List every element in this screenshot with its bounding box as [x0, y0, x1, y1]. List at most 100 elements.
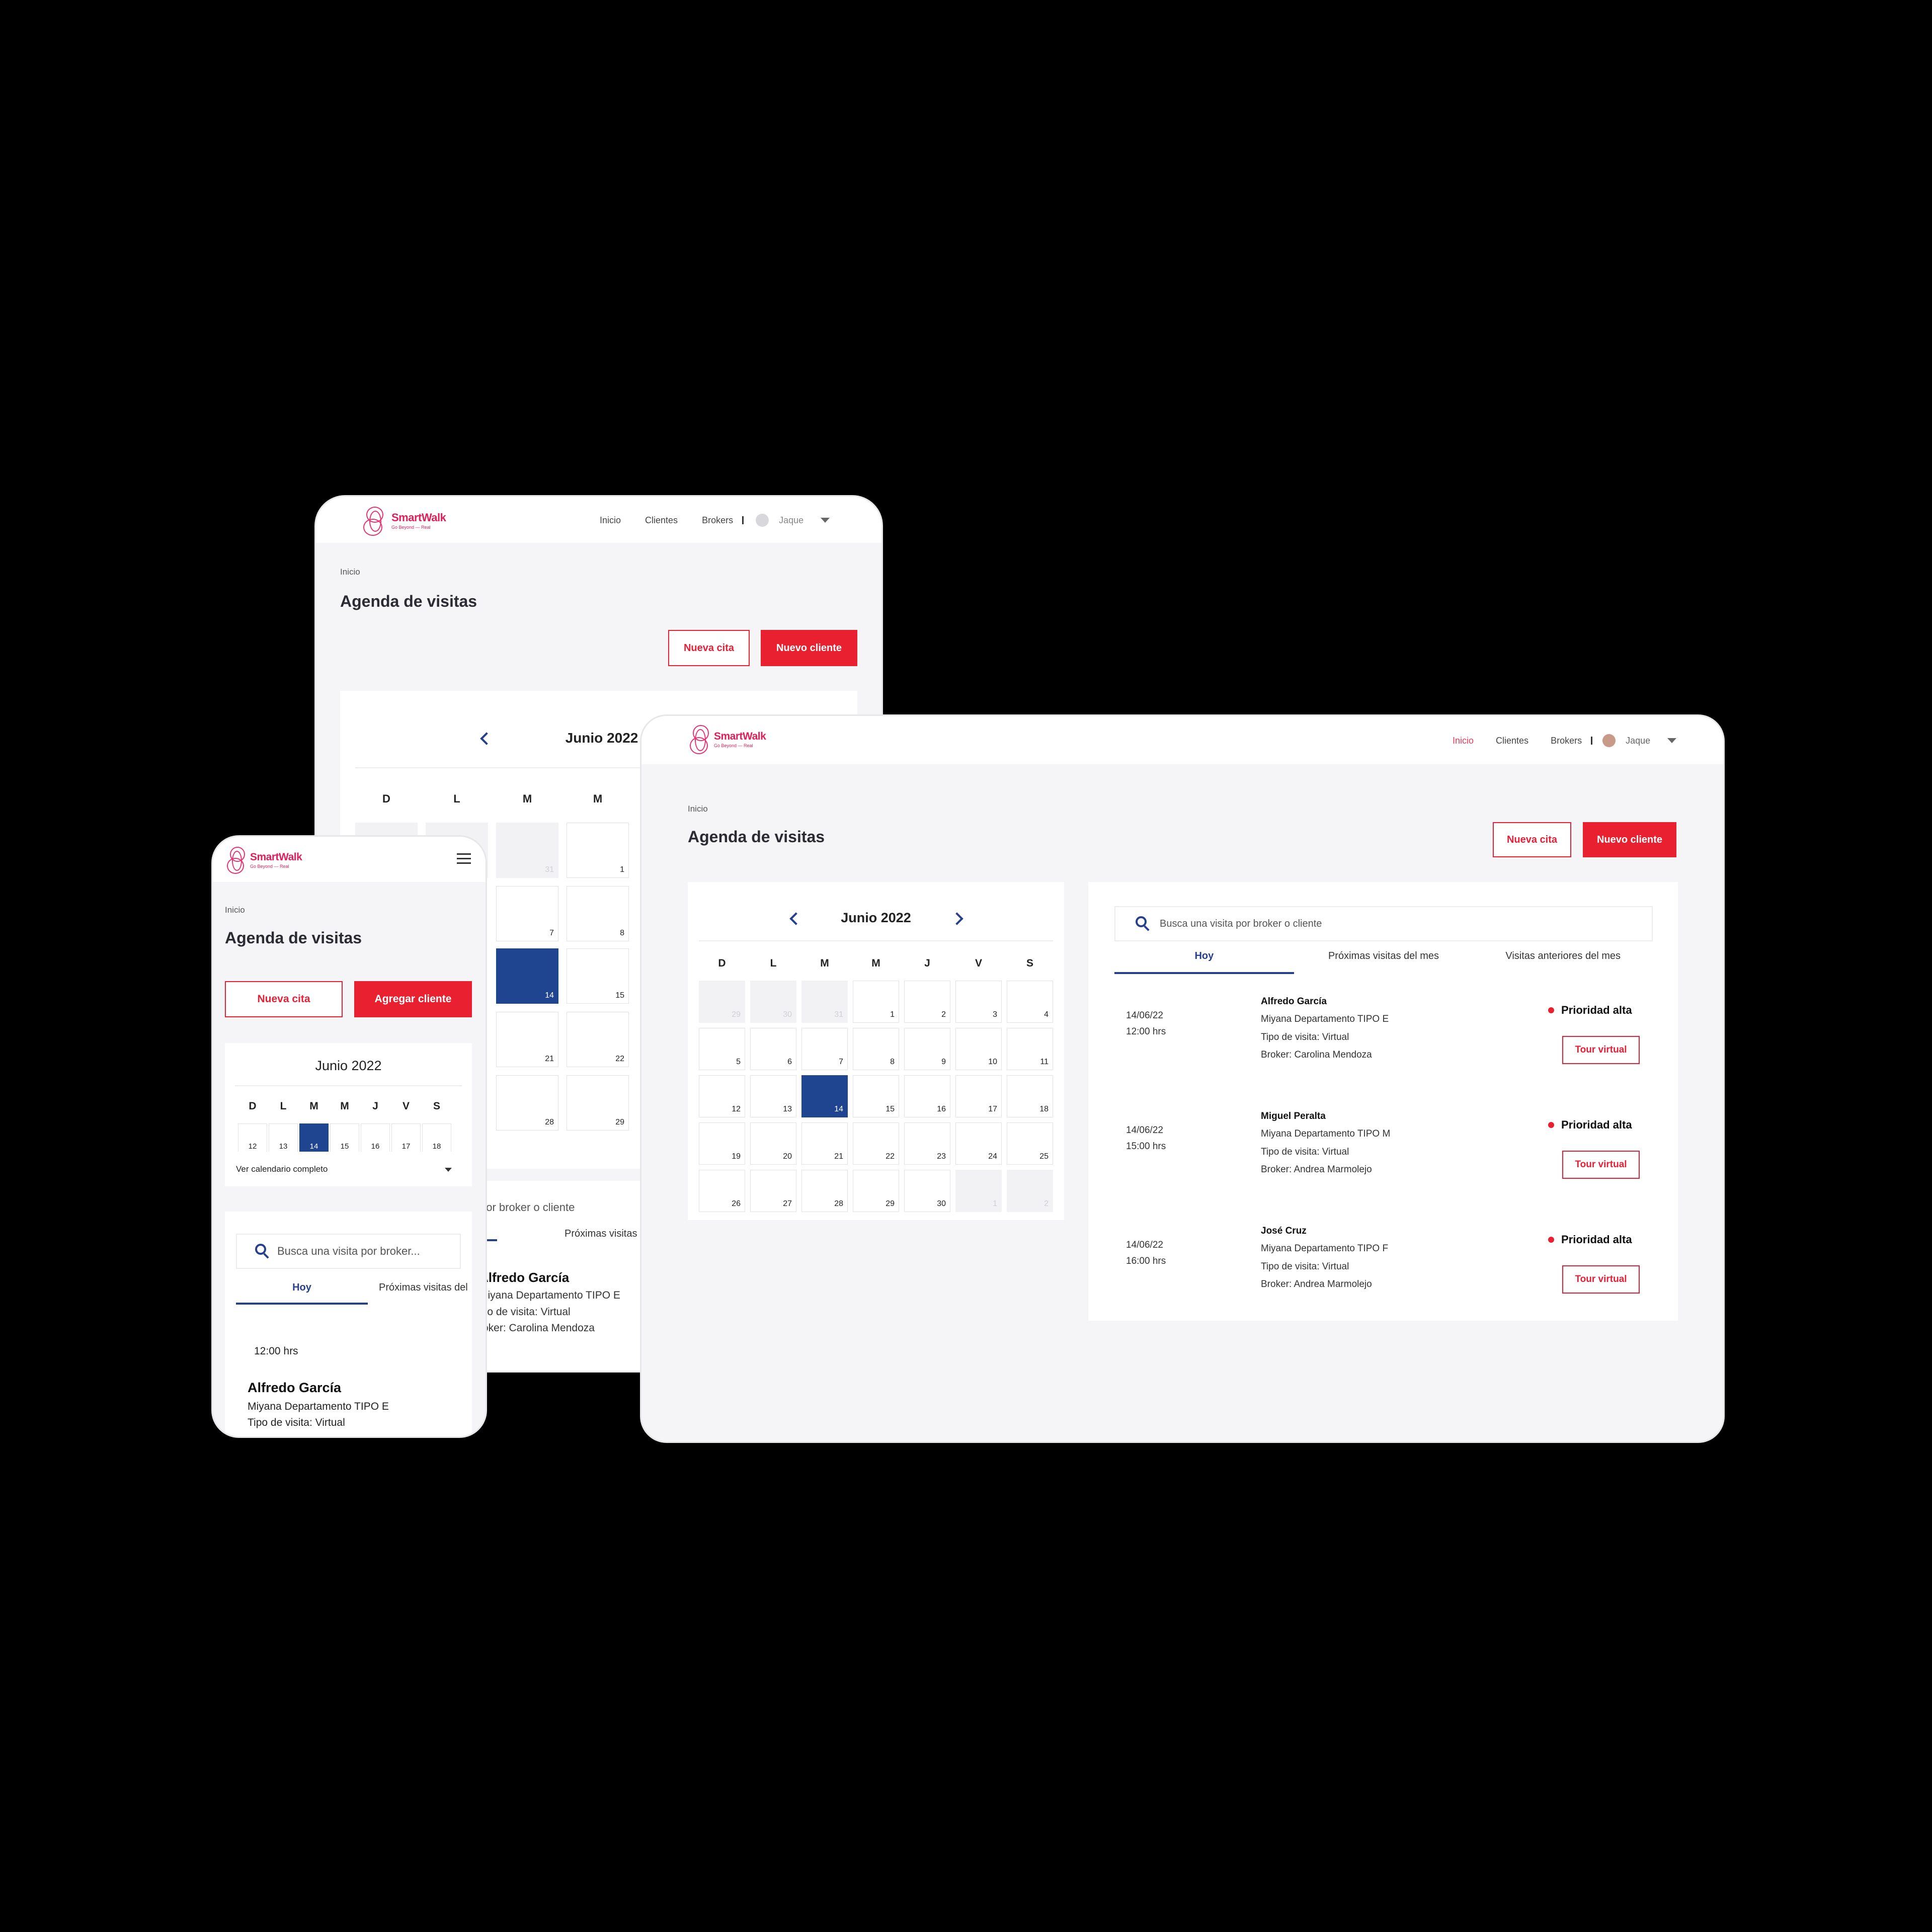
calendar-day[interactable]: 24 [955, 1122, 1002, 1165]
prev-month-chevron-icon[interactable] [789, 912, 802, 925]
calendar-day[interactable]: 18 [422, 1123, 451, 1152]
user-menu-caret-icon[interactable] [821, 518, 830, 523]
nav-clientes[interactable]: Clientes [1496, 736, 1528, 746]
nav-brokers[interactable]: Brokers [1551, 736, 1582, 746]
calendar-day[interactable]: 4 [1007, 981, 1053, 1023]
visit-item[interactable]: 14/06/22 12:00 hrs Alfredo García Miyana D… [1088, 993, 1678, 1093]
ver-calendario-link[interactable]: Ver calendario completo [236, 1164, 328, 1174]
breadcrumb[interactable]: Inicio [688, 804, 708, 814]
calendar-day[interactable]: 2 [904, 981, 950, 1023]
calendar-day[interactable]: 29 [853, 1170, 899, 1212]
visit-item[interactable]: 14/06/22 15:00 hrs Miguel Peralta Miyana D… [1088, 1107, 1678, 1208]
calendar-day[interactable]: 19 [699, 1122, 745, 1165]
tour-virtual-button[interactable]: Tour virtual [1562, 1151, 1640, 1179]
user-name[interactable]: Jaque [1626, 736, 1650, 746]
nav-clientes[interactable]: Clientes [645, 515, 678, 526]
calendar-day[interactable]: 29 [567, 1075, 629, 1131]
nav-inicio[interactable]: Inicio [600, 515, 621, 526]
calendar-day[interactable]: 2 [1007, 1170, 1053, 1212]
tablet-logo[interactable]: SmartWalk Go Beyond — Real [362, 506, 446, 536]
tour-virtual-button[interactable]: Tour virtual [1562, 1036, 1640, 1064]
calendar-day[interactable]: 16 [361, 1123, 390, 1152]
breadcrumb[interactable]: Inicio [340, 567, 360, 577]
calendar-day[interactable]: 22 [853, 1122, 899, 1165]
tablet-search-partial[interactable]: por broker o cliente [480, 1201, 575, 1214]
tab-anteriores[interactable]: Visitas anteriores del mes [1473, 950, 1653, 974]
tab-hoy[interactable]: Hoy [1114, 950, 1294, 974]
calendar-day[interactable]: 1 [853, 981, 899, 1023]
desktop-logo[interactable]: SmartWalk Go Beyond — Real [689, 724, 766, 755]
next-month-chevron-icon[interactable] [950, 912, 963, 925]
hamburger-menu-icon[interactable] [457, 853, 471, 864]
calendar-day-number: 1 [993, 1199, 997, 1208]
calendar-day-selected[interactable]: 14 [496, 948, 558, 1004]
phone-visit-item[interactable]: Alfredo García Miyana Departamento TIPO … [248, 1378, 389, 1431]
search-field[interactable]: Busca una visita por broker o cliente [1114, 906, 1653, 941]
calendar-day[interactable]: 8 [853, 1028, 899, 1070]
calendar-day[interactable]: 9 [904, 1028, 950, 1070]
visit-item[interactable]: 14/06/22 16:00 hrs José Cruz Miyana Depart… [1088, 1222, 1678, 1323]
calendar-day[interactable]: 7 [801, 1028, 848, 1070]
calendar-day[interactable]: 15 [853, 1075, 899, 1117]
calendar-day[interactable]: 15 [567, 948, 629, 1004]
calendar-day[interactable]: 21 [496, 1012, 558, 1067]
calendar-day[interactable]: 22 [567, 1012, 629, 1067]
calendar-day[interactable]: 18 [1007, 1075, 1053, 1117]
calendar-day[interactable]: 28 [496, 1075, 558, 1131]
calendar-day[interactable]: 12 [699, 1075, 745, 1117]
calendar-day-selected[interactable]: 14 [299, 1123, 329, 1152]
calendar-day[interactable]: 23 [904, 1122, 950, 1165]
agregar-cliente-button[interactable]: Agregar cliente [354, 981, 472, 1017]
calendar-day[interactable]: 31 [496, 823, 558, 878]
weekday-label: L [453, 792, 460, 805]
tour-virtual-button[interactable]: Tour virtual [1562, 1265, 1640, 1294]
calendar-day[interactable]: 6 [750, 1028, 796, 1070]
calendar-day[interactable]: 31 [801, 981, 848, 1023]
nueva-cita-button[interactable]: Nueva cita [1493, 822, 1571, 857]
calendar-day[interactable]: 25 [1007, 1122, 1053, 1165]
calendar-day[interactable]: 1 [567, 823, 629, 878]
tab-proximas[interactable]: Próximas visitas del [379, 1282, 472, 1294]
avatar[interactable] [1602, 734, 1616, 747]
user-name[interactable]: Jaque [779, 515, 803, 526]
calendar-day[interactable]: 7 [496, 886, 558, 941]
calendar-day[interactable]: 17 [391, 1123, 421, 1152]
calendar-day[interactable]: 8 [567, 886, 629, 941]
breadcrumb[interactable]: Inicio [225, 905, 245, 915]
nuevo-cliente-button[interactable]: Nuevo cliente [761, 630, 857, 666]
calendar-day[interactable]: 1 [955, 1170, 1002, 1212]
calendar-day[interactable]: 11 [1007, 1028, 1053, 1070]
nav-brokers[interactable]: Brokers [702, 515, 733, 526]
nav-inicio[interactable]: Inicio [1453, 736, 1474, 746]
calendar-day[interactable]: 10 [955, 1028, 1002, 1070]
nueva-cita-button[interactable]: Nueva cita [668, 630, 750, 666]
calendar-day[interactable]: 30 [750, 981, 796, 1023]
calendar-day[interactable]: 16 [904, 1075, 950, 1117]
calendar-day[interactable]: 21 [801, 1122, 848, 1165]
calendar-day[interactable]: 20 [750, 1122, 796, 1165]
calendar-day[interactable]: 15 [330, 1123, 359, 1152]
calendar-day[interactable]: 3 [955, 981, 1002, 1023]
nueva-cita-button[interactable]: Nueva cita [225, 981, 343, 1017]
calendar-day[interactable]: 26 [699, 1170, 745, 1212]
tab-proximas[interactable]: Próximas visitas del mes [1294, 950, 1474, 974]
phone-logo[interactable]: SmartWalk Go Beyond — Real [226, 846, 302, 875]
user-menu-caret-icon[interactable] [1667, 738, 1677, 743]
calendar-day[interactable]: 17 [955, 1075, 1002, 1117]
nuevo-cliente-button[interactable]: Nuevo cliente [1583, 822, 1676, 857]
avatar[interactable] [756, 514, 769, 527]
calendar-day[interactable]: 30 [904, 1170, 950, 1212]
calendar-day[interactable]: 5 [699, 1028, 745, 1070]
calendar-day[interactable]: 13 [269, 1123, 298, 1152]
calendar-day[interactable]: 29 [699, 981, 745, 1023]
weekday-label: V [402, 1100, 410, 1112]
tab-hoy[interactable]: Hoy [236, 1282, 368, 1305]
expand-caret-icon[interactable] [445, 1168, 452, 1172]
prev-month-chevron-icon[interactable] [480, 732, 493, 745]
calendar-day[interactable]: 12 [238, 1123, 267, 1152]
calendar-day[interactable]: 28 [801, 1170, 848, 1212]
calendar-day-selected[interactable]: 14 [801, 1075, 848, 1117]
calendar-day[interactable]: 27 [750, 1170, 796, 1212]
calendar-day[interactable]: 13 [750, 1075, 796, 1117]
search-field[interactable]: Busca una visita por broker... [236, 1234, 461, 1269]
